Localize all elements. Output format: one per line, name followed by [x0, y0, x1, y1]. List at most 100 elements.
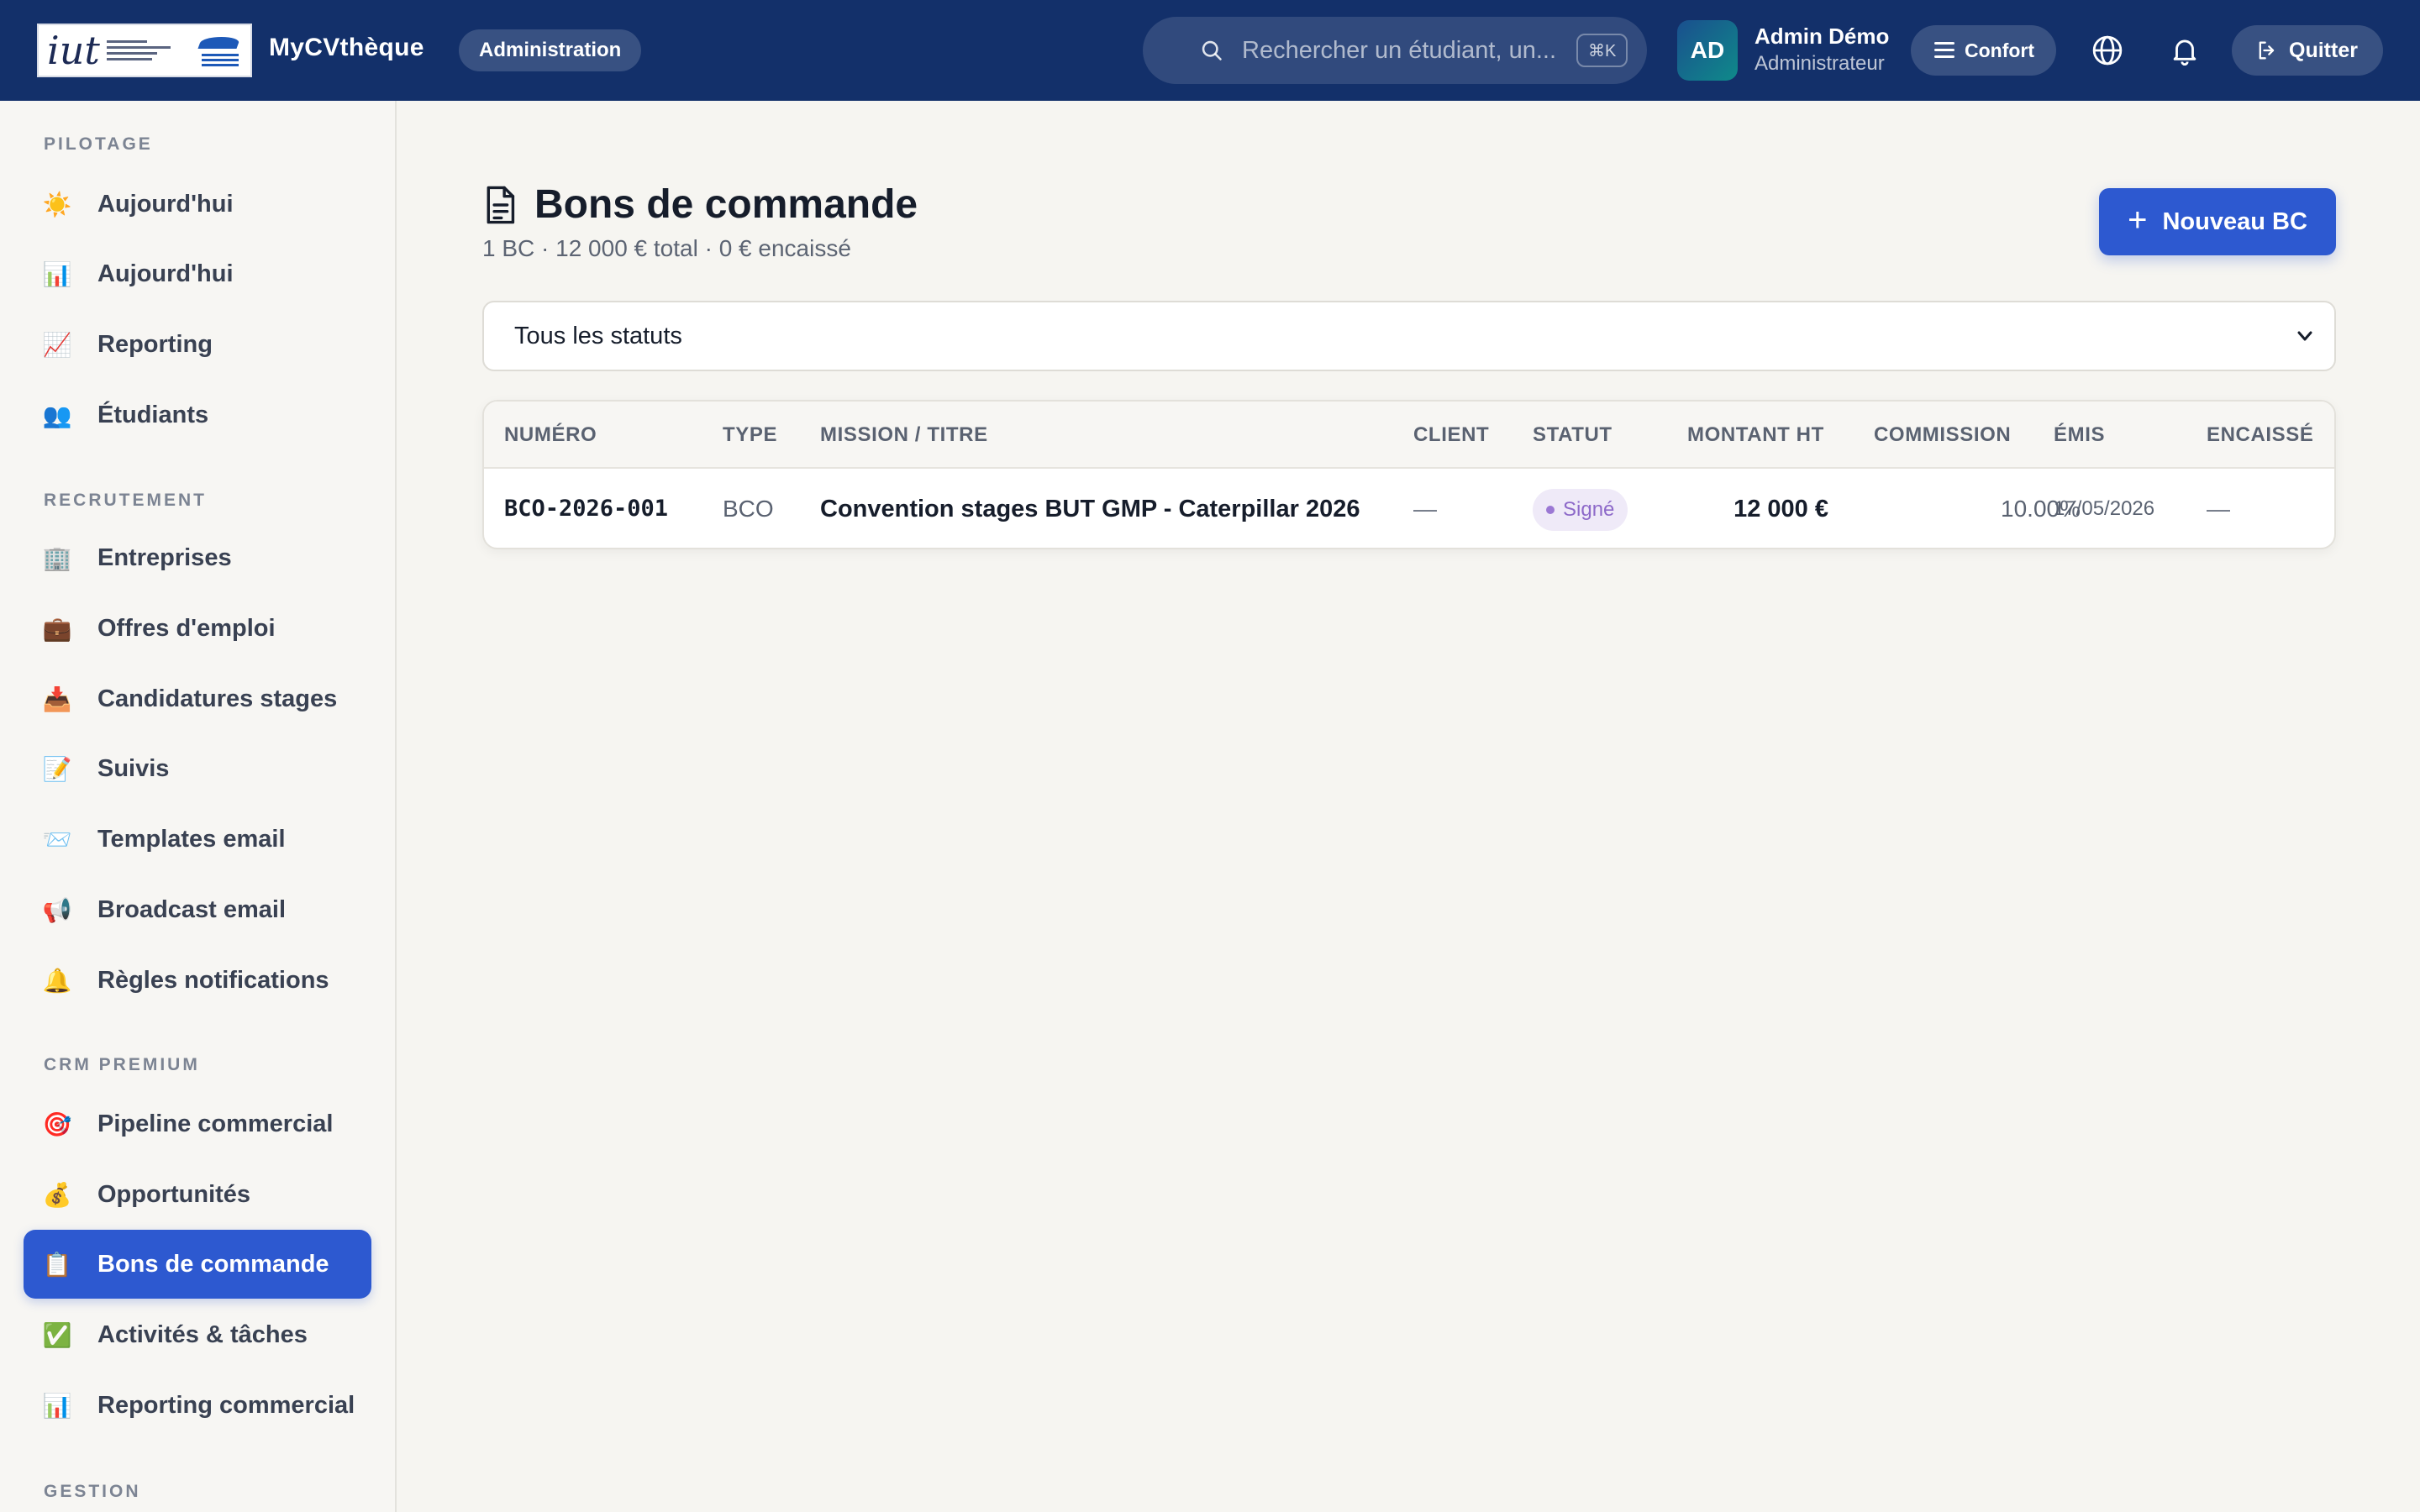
sidebar-item-job-offers[interactable]: 💼 Offres d'emploi: [24, 594, 371, 663]
inbox-tray-icon: 📥: [42, 685, 72, 712]
sidebar-item-follow-ups[interactable]: 📝 Suivis: [24, 734, 371, 803]
notifications-button[interactable]: [2165, 30, 2205, 71]
clipboard-icon: 📋: [42, 1251, 72, 1278]
briefcase-icon: 💼: [42, 615, 72, 642]
sidebar: PILOTAGE ☀️ Aujourd'hui 📊 Aujourd'hui 📈 Rep…: [0, 101, 397, 1512]
sidebar-item-today[interactable]: ☀️ Aujourd'hui: [24, 170, 371, 239]
status-dot-icon: [1546, 506, 1555, 514]
new-purchase-order-button[interactable]: + Nouveau BC: [2099, 188, 2336, 255]
column-header-commission[interactable]: COMMISSION: [1874, 423, 2011, 447]
sidebar-item-label: Opportunités: [97, 1180, 251, 1208]
money-bag-icon: 💰: [42, 1181, 72, 1208]
search-shortcut-hint: ⌘K: [1576, 34, 1628, 67]
sidebar-item-label: Règles notifications: [97, 966, 329, 994]
people-icon: 👥: [42, 402, 72, 428]
top-bar: iut MyCVthèque Administration Rechercher…: [0, 0, 2420, 101]
sidebar-item-label: Suivis: [97, 754, 170, 782]
order-type: BCO: [723, 496, 774, 522]
sidebar-item-students[interactable]: 👥 Étudiants: [24, 381, 371, 449]
user-name: Admin Démo: [1754, 24, 1890, 49]
sidebar-item-sales-pipeline[interactable]: 🎯 Pipeline commercial: [24, 1089, 371, 1158]
column-header-client[interactable]: CLIENT: [1413, 423, 1489, 447]
page-summary: 1 BC · 12 000 € total · 0 € encaissé: [482, 235, 851, 261]
sidebar-item-label: Broadcast email: [97, 895, 287, 923]
menu-lines-icon: [1934, 42, 1954, 59]
iut-logo[interactable]: iut: [37, 24, 252, 77]
search-icon: [1202, 40, 1222, 60]
order-mission-title[interactable]: Convention stages BUT GMP - Caterpillar …: [820, 496, 1360, 523]
logo-text-lines: [106, 40, 171, 60]
sidebar-item-label: Aujourd'hui: [97, 190, 234, 218]
quit-button[interactable]: Quitter: [2232, 25, 2383, 76]
order-issued-date: 17/05/2026: [2054, 497, 2155, 520]
status-filter-select[interactable]: Tous les statuts: [482, 301, 2336, 371]
bar-chart-icon: 📊: [42, 260, 72, 287]
quit-label: Quitter: [2289, 38, 2358, 62]
order-amount: 12 000 €: [1733, 496, 1828, 522]
language-button[interactable]: [2087, 30, 2128, 71]
sidebar-section-title: RECRUTEMENT: [44, 491, 207, 510]
sidebar-item-label: Étudiants: [97, 401, 209, 428]
sidebar-item-label: Offres d'emploi: [97, 614, 276, 642]
sidebar-section-title: PILOTAGE: [44, 134, 153, 154]
sidebar-item-companies[interactable]: 🏢 Entreprises: [24, 523, 371, 592]
sidebar-item-activities-tasks[interactable]: ✅ Activités & tâches: [24, 1300, 371, 1369]
column-header-issued[interactable]: ÉMIS: [2054, 423, 2105, 447]
sidebar-item-email-templates[interactable]: 📨 Templates email: [24, 805, 371, 874]
logout-icon: [2259, 41, 2275, 60]
sidebar-item-label: Activités & tâches: [97, 1320, 308, 1348]
sidebar-item-today-dashboard[interactable]: 📊 Aujourd'hui: [24, 239, 371, 308]
bar-chart-icon: 📊: [42, 1392, 72, 1419]
density-label: Confort: [1965, 39, 2035, 61]
document-icon: [487, 186, 515, 224]
column-header-number[interactable]: NUMÉRO: [504, 423, 597, 447]
sidebar-section-title: CRM PREMIUM: [44, 1055, 200, 1074]
user-role: Administrateur: [1754, 52, 1885, 75]
bell-icon: [2173, 39, 2196, 66]
order-commission: 10.00%: [2001, 496, 2081, 522]
sidebar-item-label: Templates email: [97, 825, 286, 853]
office-building-icon: 🏢: [42, 544, 72, 571]
sidebar-item-reporting[interactable]: 📈 Reporting: [24, 310, 371, 379]
sidebar-item-internship-applications[interactable]: 📥 Candidatures stages: [24, 664, 371, 733]
target-icon: 🎯: [42, 1110, 72, 1137]
column-header-collected[interactable]: ENCAISSÉ: [2207, 423, 2314, 447]
trend-chart-icon: 📈: [42, 331, 72, 358]
iut-logo-mark: iut: [47, 28, 100, 73]
megaphone-icon: 📢: [42, 896, 72, 923]
order-number[interactable]: BCO-2026-001: [504, 496, 668, 522]
column-header-status[interactable]: STATUT: [1533, 423, 1612, 447]
plus-icon: +: [2128, 202, 2148, 239]
sidebar-item-sales-reporting[interactable]: 📊 Reporting commercial: [24, 1371, 371, 1440]
chevron-down-icon: [2297, 331, 2312, 341]
sun-icon: ☀️: [42, 191, 72, 218]
table-header: NUMÉRO TYPE MISSION / TITRE CLIENT STATU…: [484, 402, 2334, 469]
incoming-envelope-icon: 📨: [42, 826, 72, 853]
sidebar-item-label: Pipeline commercial: [97, 1110, 334, 1137]
new-button-label: Nouveau BC: [2162, 207, 2307, 235]
column-header-mission[interactable]: MISSION / TITRE: [820, 423, 988, 447]
status-badge: Signé: [1533, 489, 1628, 531]
global-search[interactable]: Rechercher un étudiant, un... ⌘K: [1143, 17, 1647, 84]
sidebar-item-opportunities[interactable]: 💰 Opportunités: [24, 1160, 371, 1229]
sidebar-item-label: Candidatures stages: [97, 685, 338, 712]
column-header-type[interactable]: TYPE: [723, 423, 777, 447]
bell-icon: 🔔: [42, 967, 72, 994]
memo-icon: 📝: [42, 755, 72, 782]
sidebar-item-label: Bons de commande: [97, 1250, 329, 1278]
status-label: Signé: [1563, 498, 1615, 521]
app-brand[interactable]: MyCVthèque: [269, 34, 424, 62]
globe-icon: [2092, 35, 2123, 66]
density-toggle-button[interactable]: Confort: [1911, 25, 2057, 76]
column-header-amount[interactable]: MONTANT HT: [1687, 423, 1824, 447]
sidebar-item-broadcast-email[interactable]: 📢 Broadcast email: [24, 875, 371, 944]
role-badge: Administration: [459, 29, 642, 71]
order-collected: —: [2207, 496, 2230, 522]
sidebar-item-label: Entreprises: [97, 543, 232, 571]
status-filter-value: Tous les statuts: [514, 323, 682, 349]
avatar[interactable]: AD: [1677, 20, 1738, 81]
sidebar-item-label: Reporting commercial: [97, 1391, 355, 1419]
sidebar-item-purchase-orders[interactable]: 📋 Bons de commande: [24, 1230, 371, 1299]
sidebar-item-label: Reporting: [97, 330, 213, 358]
sidebar-item-notification-rules[interactable]: 🔔 Règles notifications: [24, 946, 371, 1015]
